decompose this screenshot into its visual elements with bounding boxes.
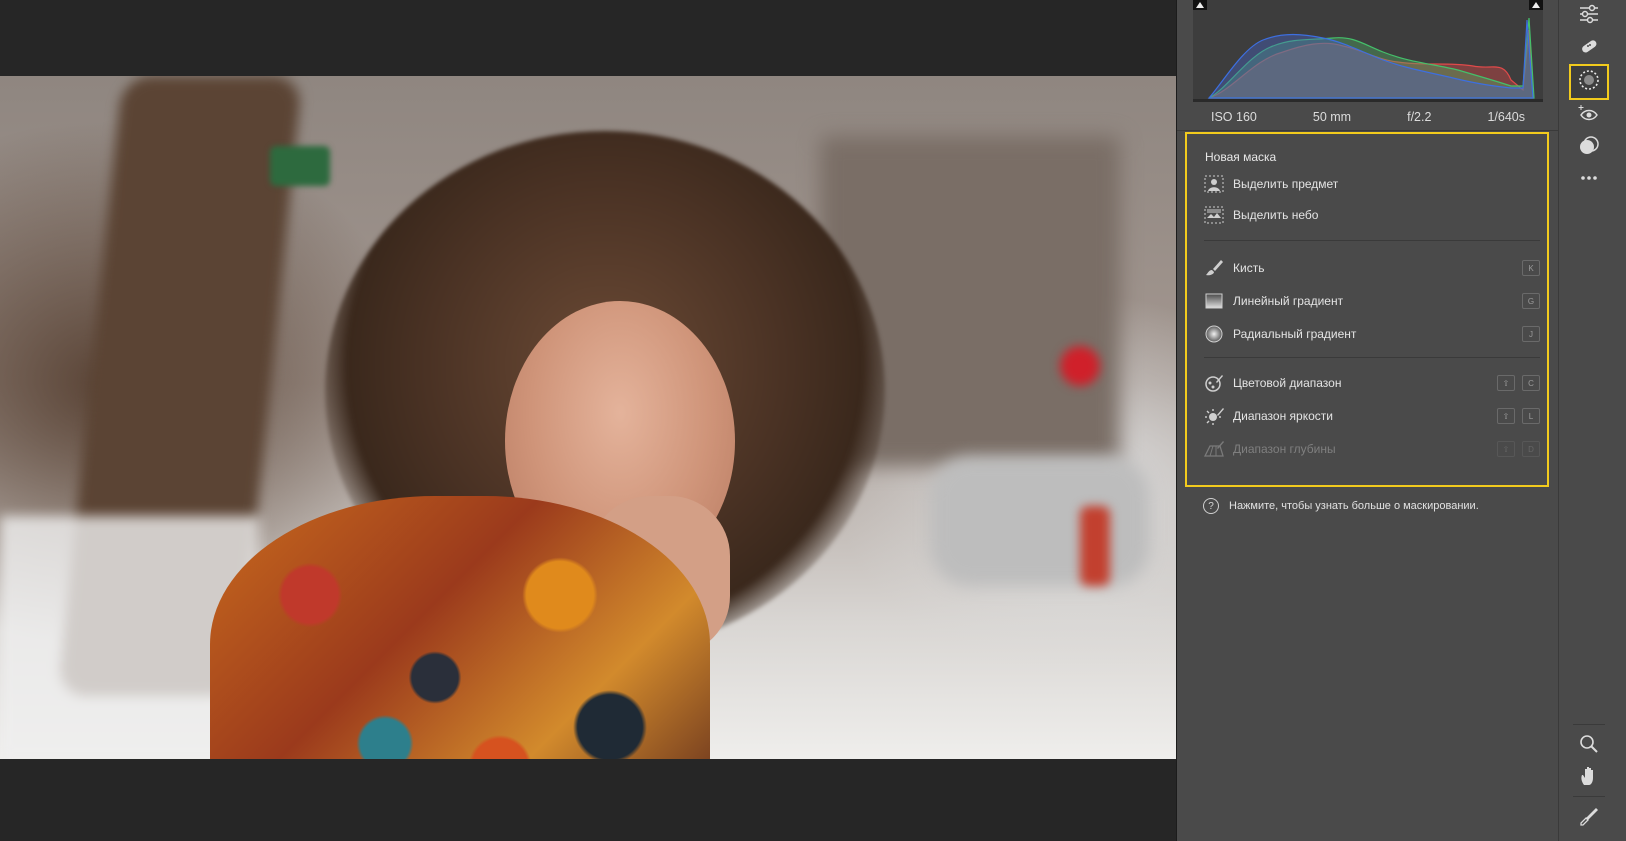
tool-strip [1558, 0, 1626, 841]
color-range-icon [1204, 373, 1224, 393]
shortcut-key: ⇧ [1497, 441, 1515, 457]
histogram [1193, 0, 1543, 102]
shortcut-key: G [1522, 293, 1540, 309]
healing-icon [1578, 36, 1600, 61]
select-sky-button[interactable]: Выделить небо [1204, 203, 1540, 227]
depth-range-label: Диапазон глубины [1233, 442, 1336, 456]
presets-button[interactable] [1569, 132, 1609, 164]
more-icon [1578, 168, 1600, 193]
brush-button[interactable]: Кисть K [1204, 256, 1540, 280]
masking-panel: ISO 160 50 mm f/2.2 1/640s Новая маска В… [1176, 0, 1559, 841]
shutter-value: 1/640s [1487, 110, 1525, 124]
color-sampler-button[interactable] [1569, 802, 1609, 834]
image-canvas[interactable] [0, 0, 1176, 841]
healing-button[interactable] [1569, 32, 1609, 64]
edit-sliders-icon [1578, 4, 1600, 29]
linear-gradient-label: Линейный градиент [1233, 294, 1344, 308]
shortcut-key: D [1522, 441, 1540, 457]
hand-icon [1578, 765, 1600, 792]
help-text: Нажмите, чтобы узнать больше о маскирова… [1229, 500, 1479, 512]
luminance-range-button[interactable]: Диапазон яркости ⇧ L [1204, 404, 1540, 428]
new-mask-title: Новая маска [1205, 150, 1277, 164]
new-mask-menu: Новая маска Выделить предмет Выделить не… [1185, 132, 1549, 487]
radial-gradient-icon [1204, 324, 1224, 344]
divider [1204, 357, 1540, 358]
radial-gradient-button[interactable]: Радиальный градиент J [1204, 322, 1540, 346]
traffic-light [1060, 346, 1100, 386]
depth-range-icon [1204, 439, 1224, 459]
leopard-print-shirt [210, 496, 710, 759]
aperture-value: f/2.2 [1407, 110, 1432, 124]
divider [1204, 240, 1540, 241]
masking-help-link[interactable]: ? Нажмите, чтобы узнать больше о маскиро… [1203, 498, 1479, 514]
more-button[interactable] [1569, 164, 1609, 196]
divider [1573, 724, 1605, 725]
edit-button[interactable] [1569, 0, 1609, 32]
brush-icon [1204, 258, 1224, 278]
divider [1177, 130, 1559, 131]
select-sky-icon [1204, 205, 1224, 225]
shortcut-key: ⇧ [1497, 408, 1515, 424]
color-sampler-icon [1578, 806, 1600, 831]
depth-range-button: Диапазон глубины ⇧ D [1204, 437, 1540, 461]
brush-label: Кисть [1233, 261, 1265, 275]
divider [1573, 796, 1605, 797]
masking-button[interactable] [1569, 64, 1609, 100]
iso-value: ISO 160 [1211, 110, 1257, 124]
select-subject-button[interactable]: Выделить предмет [1204, 172, 1540, 196]
shortcut-key: K [1522, 260, 1540, 276]
shortcut-key: J [1522, 326, 1540, 342]
zoom-icon [1578, 734, 1600, 759]
help-icon: ? [1203, 498, 1219, 514]
radial-gradient-label: Радиальный градиент [1233, 327, 1357, 341]
luminance-range-icon [1204, 406, 1224, 426]
shortcut-key: ⇧ [1497, 375, 1515, 391]
street-sign [270, 146, 330, 186]
select-subject-icon [1204, 174, 1224, 194]
select-subject-label: Выделить предмет [1233, 177, 1339, 191]
red-eye-button[interactable] [1569, 100, 1609, 132]
masking-icon [1577, 68, 1601, 97]
luminance-range-label: Диапазон яркости [1233, 409, 1333, 423]
hand-button[interactable] [1569, 762, 1609, 794]
presets-icon [1578, 135, 1600, 161]
color-range-label: Цветовой диапазон [1233, 376, 1342, 390]
red-eye-icon [1578, 104, 1600, 129]
focal-length-value: 50 mm [1312, 110, 1352, 124]
select-sky-label: Выделить небо [1233, 208, 1319, 222]
photo-preview[interactable] [0, 76, 1176, 759]
color-range-button[interactable]: Цветовой диапазон ⇧ C [1204, 371, 1540, 395]
shortcut-key: L [1522, 408, 1540, 424]
hydrant [1080, 506, 1110, 586]
linear-gradient-icon [1204, 291, 1224, 311]
linear-gradient-button[interactable]: Линейный градиент G [1204, 289, 1540, 313]
shortcut-key: C [1522, 375, 1540, 391]
exif-info: ISO 160 50 mm f/2.2 1/640s [1193, 106, 1543, 128]
car [930, 456, 1150, 586]
zoom-button[interactable] [1569, 730, 1609, 762]
